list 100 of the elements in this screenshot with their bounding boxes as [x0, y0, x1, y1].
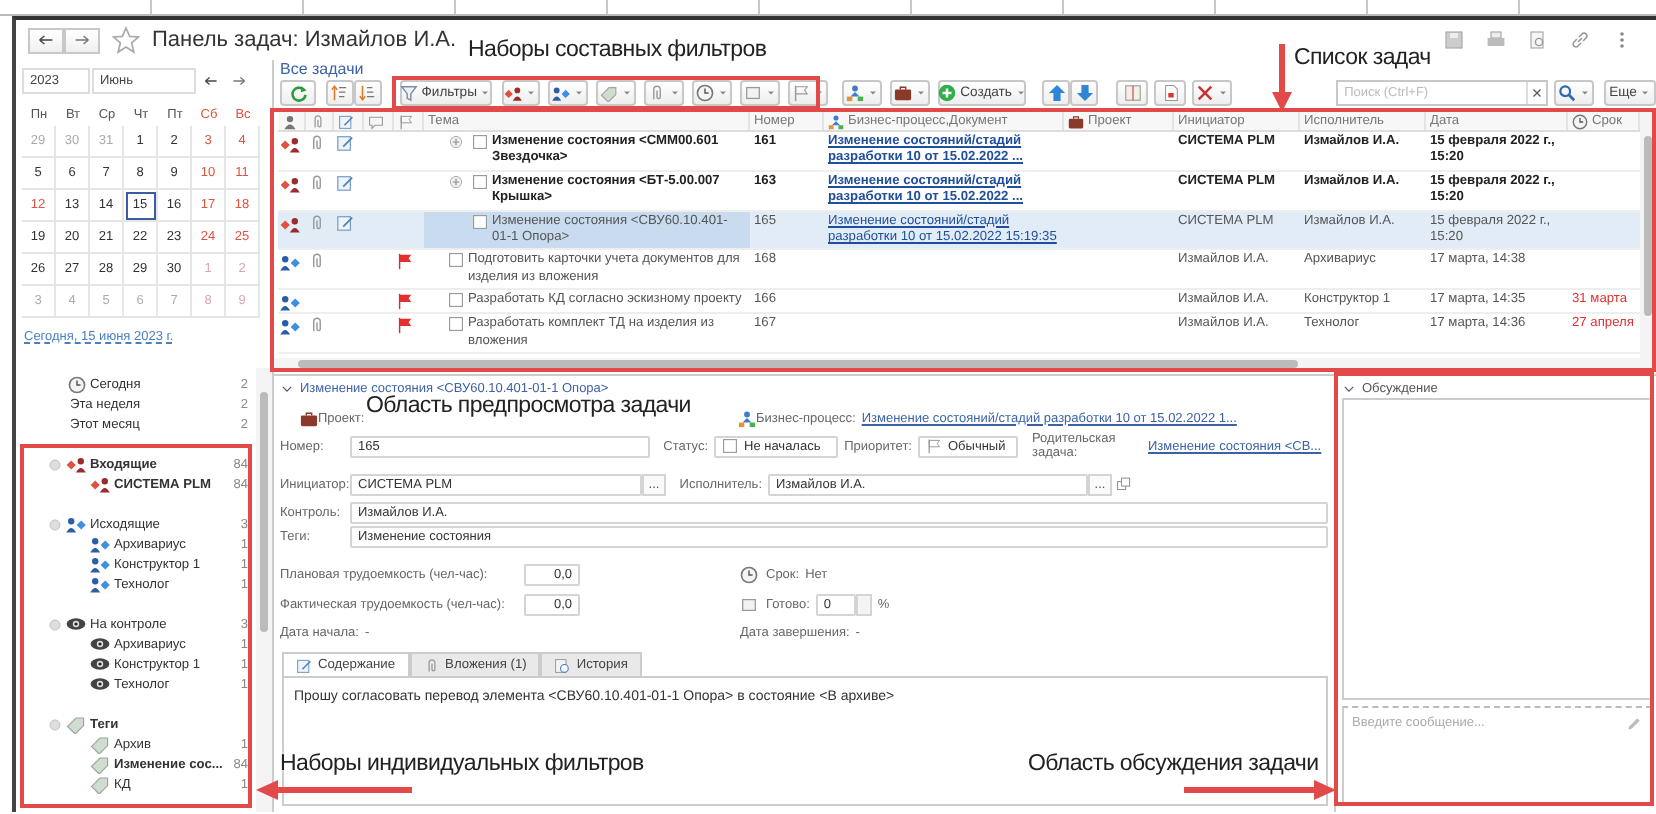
person-icon[interactable] [282, 113, 298, 129]
collapse-button[interactable] [280, 382, 294, 396]
callout-label: Наборы составных фильтров [468, 38, 767, 62]
expand-icon[interactable] [448, 134, 464, 150]
incoming-filter-button[interactable] [501, 80, 541, 106]
close-icon [1530, 86, 1545, 100]
flag-icon [792, 84, 811, 102]
incoming-task-icon [280, 213, 300, 234]
clear-button[interactable] [1526, 82, 1547, 104]
callout-label: Область предпросмотра задачи [366, 394, 691, 418]
incoming-task-icon [504, 84, 523, 102]
caret-icon [766, 88, 777, 98]
checkbox[interactable] [472, 173, 488, 190]
attachment-filter-button[interactable] [644, 80, 685, 106]
note-icon [336, 173, 354, 192]
outgoing-task-icon [280, 316, 300, 337]
priority-filter-button[interactable] [788, 80, 829, 106]
columns-button[interactable] [1116, 80, 1149, 106]
status-filter-button[interactable] [740, 80, 781, 106]
paperclip-icon [308, 252, 326, 271]
briefcase-icon [300, 409, 318, 427]
caret-icon [670, 88, 681, 98]
flag-icon [926, 438, 942, 454]
note-icon [336, 213, 354, 232]
save-button[interactable] [1444, 30, 1464, 50]
collapse-toggle-icon[interactable] [48, 517, 62, 531]
link-button[interactable] [1570, 30, 1590, 50]
checkbox[interactable] [472, 134, 488, 150]
caret-icon [1640, 88, 1651, 98]
collapse-toggle-icon[interactable] [48, 617, 62, 631]
paperclip-icon [308, 173, 326, 192]
flag-icon[interactable] [398, 113, 414, 129]
preview-button[interactable] [1528, 30, 1548, 50]
chevron-down-icon [1342, 381, 1356, 395]
filter-icon [399, 84, 418, 102]
search-icon [1558, 84, 1577, 102]
square-icon [740, 596, 758, 614]
all-tasks-link[interactable]: Все задачи [280, 60, 364, 78]
clock-icon [740, 566, 758, 584]
star-icon [112, 26, 140, 54]
square-icon [744, 84, 763, 102]
incoming-task-icon [280, 134, 300, 154]
process-button[interactable] [842, 80, 883, 106]
collapse-toggle-icon[interactable] [48, 457, 62, 471]
caret-icon [480, 88, 491, 98]
deadline-filter-button[interactable] [692, 80, 733, 106]
sort-descending-button[interactable] [353, 80, 382, 106]
note-icon[interactable] [338, 113, 354, 129]
history-icon [554, 657, 571, 673]
search-button[interactable] [1554, 80, 1595, 106]
checkbox[interactable] [448, 252, 464, 269]
save-icon [1444, 30, 1464, 50]
window-title: Панель задач: Измайлов И.А. [152, 28, 457, 52]
tools-icon [1196, 84, 1215, 102]
arrow-left-icon [204, 74, 218, 88]
clock-icon [696, 84, 715, 102]
link-icon [1570, 30, 1590, 50]
incoming-task-icon [90, 474, 110, 494]
note-icon [336, 134, 354, 152]
outgoing-task-icon [90, 574, 110, 594]
sort-ascending-button[interactable] [326, 80, 354, 106]
tools-button[interactable] [1192, 80, 1233, 106]
down-arrow-icon [1075, 84, 1094, 102]
flag-icon [396, 252, 414, 271]
expand-icon[interactable] [448, 173, 464, 190]
outgoing-task-icon [66, 514, 86, 534]
refresh-icon [289, 84, 307, 102]
process-icon [738, 409, 756, 427]
eye-icon [66, 614, 86, 634]
open-button[interactable] [1116, 476, 1132, 492]
back-button[interactable] [28, 27, 64, 53]
checkbox[interactable] [448, 316, 464, 333]
outgoing-filter-button[interactable] [548, 80, 589, 106]
comment-icon[interactable] [368, 113, 384, 129]
flag-icon [396, 292, 414, 311]
chevron-down-icon [280, 382, 294, 396]
sort-ascending-icon [330, 84, 349, 102]
report-button[interactable] [1154, 80, 1187, 106]
caret-icon [574, 88, 585, 98]
paperclip-icon [308, 316, 326, 335]
checkbox[interactable] [448, 292, 464, 309]
project-button[interactable] [890, 80, 930, 106]
collapse-button[interactable] [1342, 381, 1356, 395]
paperclip-icon [423, 657, 440, 673]
collapse-toggle-icon[interactable] [48, 717, 62, 731]
sort-descending-icon [358, 84, 377, 102]
paperclip-icon [648, 84, 667, 102]
scrollbar[interactable] [256, 368, 272, 812]
forward-button[interactable] [64, 27, 100, 53]
print-button[interactable] [1486, 30, 1506, 50]
favorite-button[interactable] [112, 26, 140, 54]
callout-arrow [1272, 44, 1292, 112]
briefcase-icon [1068, 113, 1084, 129]
caret-icon [718, 88, 729, 98]
move-up-button[interactable] [1042, 80, 1071, 106]
incoming-task-icon [280, 173, 300, 194]
move-down-button[interactable] [1070, 80, 1099, 106]
refresh-button[interactable] [280, 80, 316, 106]
checkbox[interactable] [472, 213, 488, 230]
caret-icon [1580, 88, 1591, 98]
